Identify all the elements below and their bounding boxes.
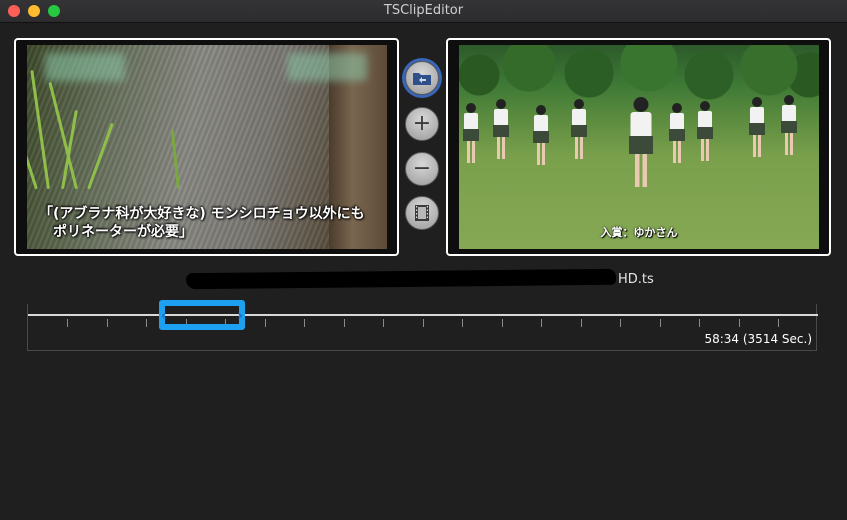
minus-icon: − xyxy=(412,156,432,181)
timeline-tick xyxy=(581,319,582,327)
timeline-tick xyxy=(265,319,266,327)
redaction-scribble xyxy=(185,268,617,290)
timeline-tick xyxy=(107,319,108,327)
timeline-slider[interactable]: ‹ › 58:34 (3514 Sec.) xyxy=(27,300,818,351)
export-clip-button[interactable] xyxy=(405,196,439,230)
window-title: TSClipEditor xyxy=(383,3,464,18)
timeline-tick xyxy=(541,319,542,327)
timeline-tick xyxy=(423,319,424,327)
timeline-tick xyxy=(699,319,700,327)
blurred-logo xyxy=(287,53,367,81)
file-name-suffix: HD.ts xyxy=(618,272,654,287)
blurred-logo xyxy=(45,53,125,81)
clip-selection-range[interactable]: ‹ › xyxy=(159,300,245,330)
timeline-tick xyxy=(660,319,661,327)
duration-label: 58:34 (3514 Sec.) xyxy=(704,332,812,346)
title-bar: TSClipEditor xyxy=(0,0,847,23)
timeline-tick xyxy=(739,319,740,327)
subtitle-caption: 入賞：ゆかさん xyxy=(600,226,678,239)
end-frame-image: 入賞：ゆかさん xyxy=(459,45,819,249)
end-frame-preview[interactable]: 入賞：ゆかさん xyxy=(446,38,831,256)
range-start-handle[interactable]: ‹ xyxy=(161,308,167,324)
timeline-tick xyxy=(778,319,779,327)
timeline-tick xyxy=(344,319,345,327)
plus-icon: + xyxy=(412,111,432,136)
start-frame-preview[interactable]: 「(アブラナ科が大好きな) モンシロチョウ以外にも ポリネーターが必要」 xyxy=(14,38,399,256)
tree-line xyxy=(459,45,819,105)
timeline-tick xyxy=(146,319,147,327)
remove-clip-button[interactable]: − xyxy=(405,152,439,186)
file-name-label: HD.ts xyxy=(185,268,656,292)
folder-return-icon xyxy=(413,73,431,85)
app-window: TSClipEditor 「(アブラナ科が大好きな) モンシロチョウ以外にも ポ… xyxy=(0,0,847,520)
timeline-track xyxy=(28,314,818,316)
timeline-tick xyxy=(620,319,621,327)
add-clip-button[interactable]: + xyxy=(405,107,439,141)
timeline-tick xyxy=(462,319,463,327)
timeline-tick xyxy=(67,319,68,327)
open-file-button[interactable] xyxy=(405,61,439,95)
start-frame-image: 「(アブラナ科が大好きな) モンシロチョウ以外にも ポリネーターが必要」 xyxy=(27,45,387,249)
timeline-tick xyxy=(304,319,305,327)
subtitle-caption: 「(アブラナ科が大好きな) モンシロチョウ以外にも ポリネーターが必要」 xyxy=(39,206,365,240)
timeline-tick xyxy=(502,319,503,327)
film-strip-icon xyxy=(415,205,429,221)
range-end-handle[interactable]: › xyxy=(237,308,243,324)
timeline-tick xyxy=(383,319,384,327)
